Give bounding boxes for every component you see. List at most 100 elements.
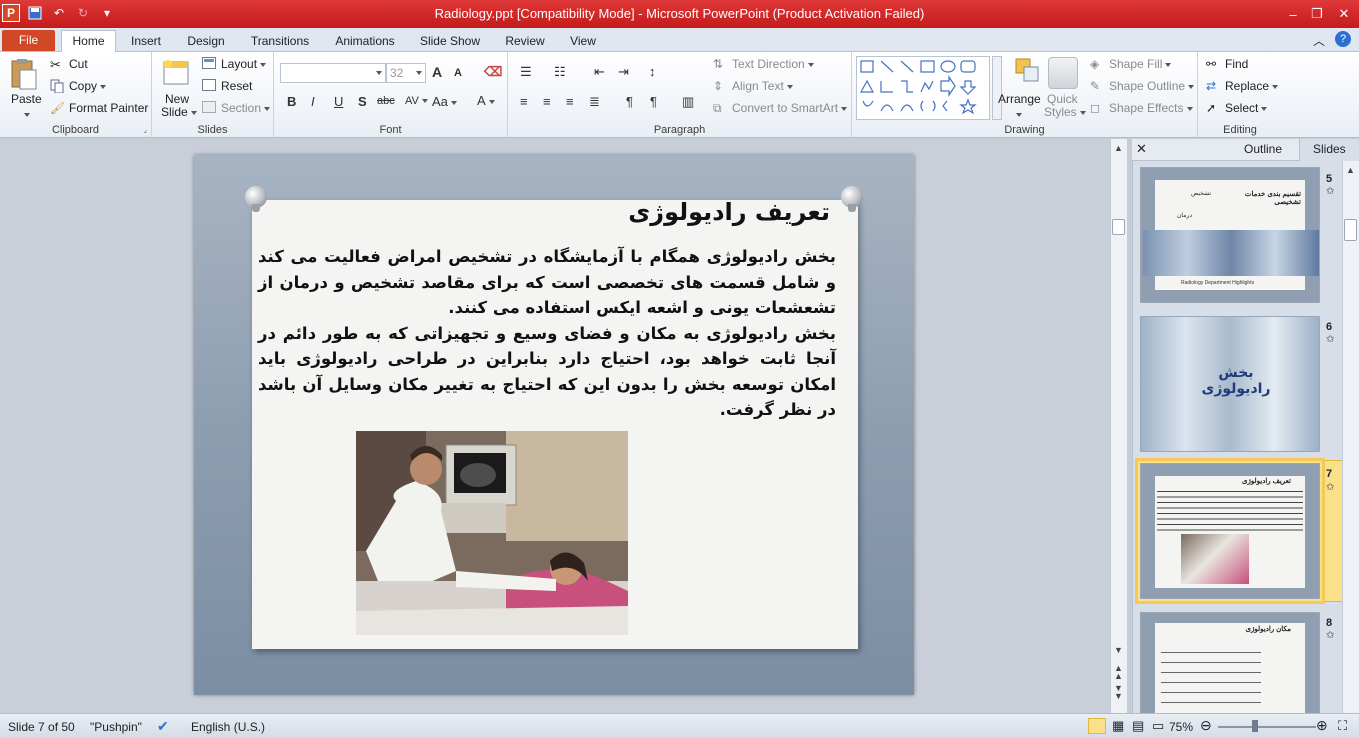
- normal-view-icon[interactable]: [1088, 718, 1106, 734]
- zoom-level[interactable]: 75%: [1169, 720, 1193, 734]
- slide-thumbnail-8[interactable]: مکان رادیولوژی: [1140, 612, 1320, 713]
- rtl-icon[interactable]: ¶: [626, 94, 633, 109]
- shape-outline-button[interactable]: ✎ Shape Outline: [1090, 79, 1195, 95]
- zoom-out-icon[interactable]: ⊖: [1200, 717, 1212, 734]
- slide-sorter-icon[interactable]: ▦: [1112, 718, 1124, 734]
- slide-body-text[interactable]: بخش رادیولوژی همگام با آزمایشگاه در تشخی…: [258, 244, 836, 423]
- bold-button[interactable]: B: [287, 94, 296, 109]
- zoom-slider-thumb[interactable]: [1252, 720, 1258, 732]
- bullets-icon[interactable]: ☰: [520, 64, 532, 80]
- arrange-button[interactable]: Arrange: [998, 92, 1041, 106]
- arrange-icon[interactable]: [1014, 57, 1044, 87]
- clear-formatting-icon[interactable]: ⌫: [484, 64, 502, 80]
- replace-button[interactable]: ⇄ Replace: [1206, 79, 1279, 95]
- quick-styles-button[interactable]: Styles: [1044, 105, 1086, 119]
- spell-check-icon[interactable]: ✔: [157, 718, 169, 735]
- tab-review[interactable]: Review: [500, 32, 550, 52]
- new-slide-icon[interactable]: [162, 58, 190, 88]
- numbering-icon[interactable]: ☷: [554, 64, 566, 80]
- editor-vertical-scrollbar[interactable]: ▲ ▼ ▲ ▲ ▼ ▼: [1110, 139, 1127, 713]
- zoom-slider[interactable]: [1218, 726, 1316, 728]
- arrange-dropdown-icon[interactable]: [1016, 112, 1022, 117]
- align-center-icon[interactable]: ≡: [543, 94, 551, 109]
- cut-button[interactable]: ✂ Cut: [50, 57, 88, 73]
- tab-design[interactable]: Design: [180, 32, 232, 52]
- tab-slide-show[interactable]: Slide Show: [416, 32, 484, 52]
- paste-icon[interactable]: [8, 58, 38, 90]
- section-button[interactable]: Section: [202, 101, 271, 117]
- increase-indent-icon[interactable]: ⇥: [618, 64, 629, 80]
- minimize-icon[interactable]: –: [1281, 0, 1305, 28]
- tab-slides[interactable]: Slides: [1313, 142, 1346, 156]
- copy-button[interactable]: Copy: [50, 79, 107, 95]
- line-spacing-icon[interactable]: ↕: [649, 64, 656, 79]
- quick-styles-line1[interactable]: Quick: [1047, 92, 1078, 106]
- shapes-gallery[interactable]: [856, 56, 990, 120]
- strikethrough-button[interactable]: abc: [377, 95, 395, 107]
- restore-icon[interactable]: ❐: [1305, 0, 1329, 28]
- select-button[interactable]: ➚ Select: [1206, 101, 1268, 117]
- paste-dropdown-icon[interactable]: [24, 112, 30, 117]
- slide-show-icon[interactable]: ▭: [1152, 718, 1164, 734]
- tab-transitions[interactable]: Transitions: [245, 32, 315, 52]
- minimize-ribbon-icon[interactable]: ︿: [1313, 32, 1325, 49]
- help-icon[interactable]: ?: [1335, 31, 1351, 47]
- quick-styles-icon[interactable]: [1048, 57, 1078, 89]
- close-icon[interactable]: ✕: [1329, 0, 1359, 28]
- shape-fill-button[interactable]: ◈ Shape Fill: [1090, 57, 1172, 73]
- zoom-in-icon[interactable]: ⊕: [1316, 717, 1328, 734]
- reset-button[interactable]: Reset: [202, 79, 252, 95]
- ltr-icon[interactable]: ¶: [650, 94, 657, 109]
- new-slide-line1[interactable]: New: [165, 92, 189, 106]
- font-size-field[interactable]: 32: [386, 63, 426, 83]
- tab-view[interactable]: View: [562, 32, 604, 52]
- shadow-button[interactable]: S: [358, 94, 367, 109]
- tab-home[interactable]: Home: [61, 30, 116, 53]
- change-case-button[interactable]: Aa: [432, 94, 457, 109]
- underline-button[interactable]: U: [334, 94, 343, 109]
- fit-slide-icon[interactable]: ⛶: [1338, 718, 1347, 734]
- format-painter-button[interactable]: 🖌 Format Painter: [50, 101, 148, 117]
- tab-insert[interactable]: Insert: [122, 32, 170, 52]
- italic-button[interactable]: I: [311, 94, 315, 109]
- paste-button[interactable]: Paste: [11, 92, 42, 106]
- shapes-gallery-scroll[interactable]: [992, 56, 1002, 120]
- align-left-icon[interactable]: ≡: [520, 94, 528, 109]
- character-spacing-button[interactable]: AV: [405, 95, 428, 107]
- scroll-thumb[interactable]: [1112, 219, 1125, 235]
- font-name-field[interactable]: [280, 63, 386, 83]
- slide-thumbnail-6[interactable]: بخش رادیولوژی: [1140, 316, 1320, 452]
- align-right-icon[interactable]: ≡: [566, 94, 574, 109]
- decrease-indent-icon[interactable]: ⇤: [594, 64, 605, 80]
- scroll-down-icon[interactable]: ▼: [1114, 645, 1123, 655]
- reading-view-icon[interactable]: ▤: [1132, 718, 1144, 734]
- justify-icon[interactable]: ≣: [589, 94, 600, 110]
- slide-thumbnail-7[interactable]: تعریف رادیولوژی: [1135, 458, 1325, 604]
- font-color-button[interactable]: A: [477, 93, 495, 108]
- slide-title[interactable]: تعریف رادیولوژی: [600, 198, 830, 226]
- align-text-button[interactable]: ⇕ Align Text: [713, 79, 793, 95]
- shape-effects-button[interactable]: ◻ Shape Effects: [1090, 101, 1193, 117]
- previous-slide-icon[interactable]: ▲ ▲: [1114, 664, 1123, 681]
- dialog-launcher-icon[interactable]: ⌟: [143, 125, 147, 134]
- next-slide-icon[interactable]: ▼ ▼: [1114, 684, 1123, 701]
- close-pane-icon[interactable]: ✕: [1136, 141, 1147, 157]
- tab-animations[interactable]: Animations: [330, 32, 400, 52]
- tab-outline[interactable]: Outline: [1244, 142, 1282, 156]
- pane-scroll-thumb[interactable]: [1344, 219, 1357, 241]
- language-indicator[interactable]: English (U.S.): [191, 720, 265, 734]
- new-slide-button[interactable]: Slide: [161, 105, 197, 119]
- shrink-font-button[interactable]: A: [454, 67, 462, 79]
- pane-scroll-up-icon[interactable]: ▲: [1346, 165, 1355, 175]
- find-button[interactable]: ⚯ Find: [1206, 57, 1248, 73]
- text-direction-button[interactable]: ⇅ Text Direction: [713, 57, 814, 73]
- pane-vertical-scrollbar[interactable]: ▲: [1342, 161, 1359, 713]
- columns-icon[interactable]: ▥: [682, 94, 694, 110]
- tab-file[interactable]: File: [2, 30, 55, 51]
- slide-thumbnail-5[interactable]: تقسیم بندی خدمات تشخیصی تشخیص درمان Radi…: [1140, 167, 1320, 303]
- convert-smartart-button[interactable]: ⧉ Convert to SmartArt: [713, 101, 848, 117]
- grow-font-button[interactable]: A: [432, 64, 442, 80]
- radiology-photo[interactable]: [356, 431, 628, 635]
- layout-button[interactable]: Layout: [202, 57, 267, 73]
- scroll-up-icon[interactable]: ▲: [1114, 143, 1123, 153]
